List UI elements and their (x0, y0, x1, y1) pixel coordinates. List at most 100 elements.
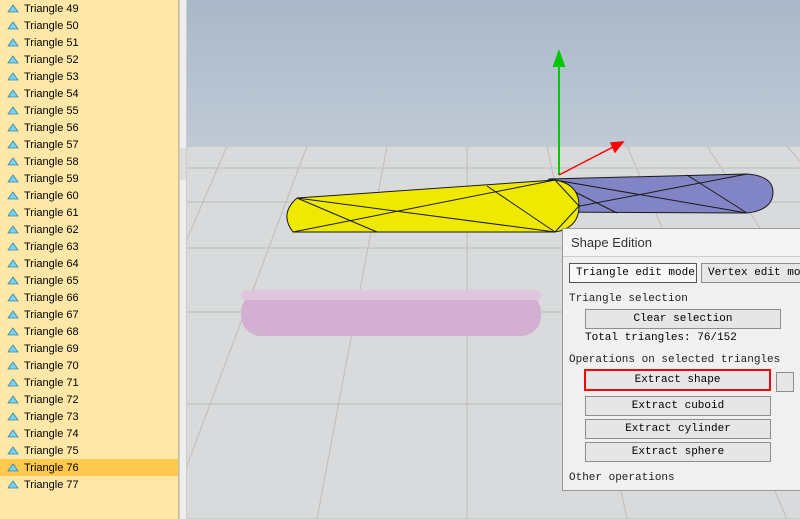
tree-item-triangle[interactable]: Triangle 58 (0, 153, 178, 170)
splitter[interactable] (179, 0, 187, 519)
triangle-icon (6, 155, 20, 169)
triangle-icon (6, 444, 20, 458)
total-triangles-text: Total triangles: 76/152 (585, 332, 794, 344)
extract-shape-aux-button[interactable] (776, 372, 794, 392)
triangle-icon (6, 478, 20, 492)
tree-item-triangle[interactable]: Triangle 71 (0, 374, 178, 391)
tree-item-label: Triangle 55 (24, 105, 79, 117)
tree-item-triangle[interactable]: Triangle 52 (0, 51, 178, 68)
tree-item-label: Triangle 71 (24, 377, 79, 389)
tree-item-triangle[interactable]: Triangle 63 (0, 238, 178, 255)
triangle-icon (6, 342, 20, 356)
tree-item-triangle[interactable]: Triangle 70 (0, 357, 178, 374)
tree-item-label: Triangle 60 (24, 190, 79, 202)
splitter-grip[interactable] (180, 148, 186, 180)
tree-item-label: Triangle 66 (24, 292, 79, 304)
triangle-icon (6, 240, 20, 254)
triangle-icon (6, 274, 20, 288)
triangle-tree-panel: Triangle 49 Triangle 50 Triangle 51 Triangl… (0, 0, 179, 519)
section-ops-label: Operations on selected triangles (569, 354, 794, 366)
tree-item-triangle[interactable]: Triangle 60 (0, 187, 178, 204)
tree-item-triangle[interactable]: Triangle 49 (0, 0, 178, 17)
triangle-icon (6, 206, 20, 220)
triangle-icon (6, 36, 20, 50)
tree-item-label: Triangle 74 (24, 428, 79, 440)
triangle-icon (6, 461, 20, 475)
tree-item-triangle[interactable]: Triangle 68 (0, 323, 178, 340)
triangle-icon (6, 376, 20, 390)
triangle-icon (6, 2, 20, 16)
tree-item-label: Triangle 68 (24, 326, 79, 338)
extract-cylinder-button[interactable]: Extract cylinder (585, 419, 771, 439)
tree-item-label: Triangle 51 (24, 37, 79, 49)
tree-item-label: Triangle 70 (24, 360, 79, 372)
tree-item-triangle[interactable]: Triangle 59 (0, 170, 178, 187)
tree-item-triangle[interactable]: Triangle 76 (0, 459, 178, 476)
triangle-icon (6, 410, 20, 424)
tree-item-label: Triangle 52 (24, 54, 79, 66)
tree-item-triangle[interactable]: Triangle 66 (0, 289, 178, 306)
triangle-icon (6, 172, 20, 186)
tree-item-triangle[interactable]: Triangle 57 (0, 136, 178, 153)
sky (187, 0, 800, 146)
triangle-edit-mode-button[interactable]: Triangle edit mode (569, 263, 697, 283)
tree-item-triangle[interactable]: Triangle 77 (0, 476, 178, 493)
triangle-icon (6, 308, 20, 322)
tree-item-triangle[interactable]: Triangle 51 (0, 34, 178, 51)
vertex-edit-mode-button[interactable]: Vertex edit mod (701, 263, 800, 283)
tree-item-triangle[interactable]: Triangle 50 (0, 17, 178, 34)
tree-item-label: Triangle 58 (24, 156, 79, 168)
tree-item-triangle[interactable]: Triangle 74 (0, 425, 178, 442)
tree-item-triangle[interactable]: Triangle 69 (0, 340, 178, 357)
triangle-icon (6, 427, 20, 441)
triangle-icon (6, 325, 20, 339)
tree-item-triangle[interactable]: Triangle 56 (0, 119, 178, 136)
tree-item-triangle[interactable]: Triangle 73 (0, 408, 178, 425)
tree-item-label: Triangle 67 (24, 309, 79, 321)
tree-item-label: Triangle 76 (24, 462, 79, 474)
triangle-icon (6, 19, 20, 33)
viewport-3d[interactable]: Shape Edition Triangle edit mode Vertex … (187, 0, 800, 519)
tree-item-label: Triangle 73 (24, 411, 79, 423)
extract-cuboid-button[interactable]: Extract cuboid (585, 396, 771, 416)
tree-item-label: Triangle 57 (24, 139, 79, 151)
tree-item-triangle[interactable]: Triangle 72 (0, 391, 178, 408)
triangle-icon (6, 223, 20, 237)
section-other-ops: Other operations (569, 472, 794, 484)
tree-item-label: Triangle 75 (24, 445, 79, 457)
tree-item-label: Triangle 77 (24, 479, 79, 491)
triangle-icon (6, 87, 20, 101)
tree-item-label: Triangle 56 (24, 122, 79, 134)
tree-item-label: Triangle 53 (24, 71, 79, 83)
tree-item-triangle[interactable]: Triangle 61 (0, 204, 178, 221)
extract-sphere-button[interactable]: Extract sphere (585, 442, 771, 462)
tree-item-triangle[interactable]: Triangle 62 (0, 221, 178, 238)
tree-item-triangle[interactable]: Triangle 65 (0, 272, 178, 289)
tree-item-triangle[interactable]: Triangle 64 (0, 255, 178, 272)
triangle-icon (6, 359, 20, 373)
tree-item-label: Triangle 69 (24, 343, 79, 355)
triangle-icon (6, 104, 20, 118)
tree-item-label: Triangle 62 (24, 224, 79, 236)
tree-item-label: Triangle 64 (24, 258, 79, 270)
tree-item-triangle[interactable]: Triangle 67 (0, 306, 178, 323)
tree-item-triangle[interactable]: Triangle 53 (0, 68, 178, 85)
tree-item-label: Triangle 63 (24, 241, 79, 253)
tree-item-triangle[interactable]: Triangle 54 (0, 85, 178, 102)
tree-item-label: Triangle 59 (24, 173, 79, 185)
triangle-icon (6, 121, 20, 135)
tree-item-label: Triangle 72 (24, 394, 79, 406)
triangle-icon (6, 291, 20, 305)
tree-item-triangle[interactable]: Triangle 75 (0, 442, 178, 459)
extract-shape-button[interactable]: Extract shape (585, 370, 770, 390)
triangle-icon (6, 138, 20, 152)
tree-item-triangle[interactable]: Triangle 55 (0, 102, 178, 119)
tree-item-label: Triangle 54 (24, 88, 79, 100)
triangle-icon (6, 257, 20, 271)
tree-item-label: Triangle 49 (24, 3, 79, 15)
clear-selection-button[interactable]: Clear selection (585, 309, 781, 329)
panel-title: Shape Edition (563, 229, 800, 257)
tree-item-label: Triangle 61 (24, 207, 79, 219)
tree-item-label: Triangle 65 (24, 275, 79, 287)
section-triangle-selection: Triangle selection (569, 293, 794, 305)
